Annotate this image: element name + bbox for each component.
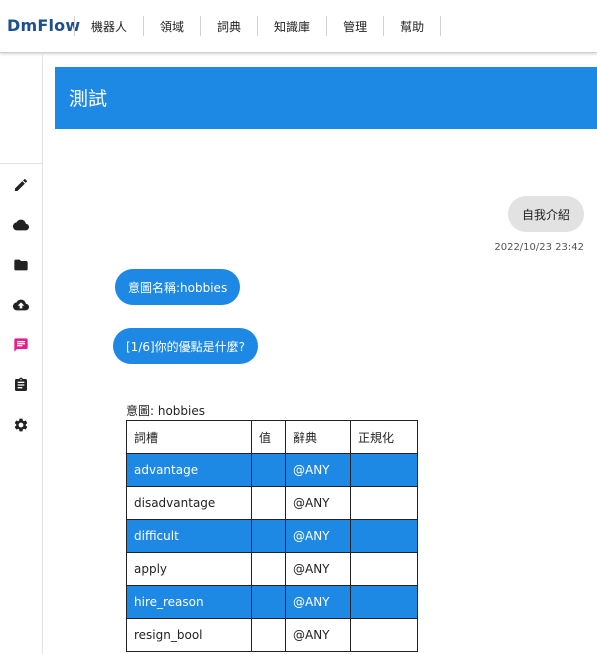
slot-name-cell: difficult [126,519,252,553]
table-row: disadvantage @ANY [126,486,418,520]
nav-item-admin[interactable]: 管理 [326,16,383,36]
slot-dictionary-cell: @ANY [285,618,351,652]
slot-normalize-cell [350,486,418,520]
slot-value-cell [251,486,286,520]
top-navbar: DmFlow 機器人 領域 詞典 知識庫 管理 幫助 [0,0,597,53]
sidebar-divider [0,163,42,164]
chat-header: 測試 [55,67,597,129]
slot-dictionary-cell: @ANY [285,585,351,619]
slot-dictionary-cell: @ANY [285,519,351,553]
nav-item-knowledge-base[interactable]: 知識庫 [257,16,326,36]
nav-item-bots[interactable]: 機器人 [74,16,143,36]
nav-item-domains[interactable]: 領域 [143,16,200,36]
page-title: 測試 [69,88,108,110]
slot-normalize-cell [350,618,418,652]
slot-normalize-cell [350,519,418,553]
slot-name-cell: resign_bool [126,618,252,652]
table-row: resign_bool @ANY [126,618,418,652]
slot-normalize-cell [350,453,418,487]
sidebar [0,53,43,654]
brand-logo[interactable]: DmFlow [7,16,80,35]
slot-name-cell: hire_reason [126,585,252,619]
slot-normalize-cell [350,585,418,619]
table-row: advantage @ANY [126,453,418,487]
message-timestamp: 2022/10/23 23:42 [494,242,584,253]
cloud-upload-icon[interactable] [12,296,30,314]
slot-dictionary-cell: @ANY [285,486,351,520]
table-row: apply @ANY [126,552,418,586]
slot-name-cell: advantage [126,453,252,487]
slot-name-cell: disadvantage [126,486,252,520]
table-row: hire_reason @ANY [126,585,418,619]
bot-message-intent: 意圖名稱:hobbies [115,269,241,305]
cloud-icon[interactable] [12,216,30,234]
bot-message-question: [1/6]你的優點是什麼? [113,328,259,364]
user-message-bubble: 自我介紹 [507,196,584,232]
slot-value-cell [251,552,286,586]
slot-value-cell [251,519,286,553]
edit-icon[interactable] [12,176,30,194]
slot-value-cell [251,453,286,487]
column-header-normalize: 正規化 [350,420,418,454]
table-header-row: 詞槽 值 辭典 正規化 [126,420,418,454]
gear-icon[interactable] [12,416,30,434]
main-nav: 機器人 領域 詞典 知識庫 管理 幫助 [74,16,442,36]
column-header-slot: 詞槽 [126,420,252,454]
slot-value-cell [251,618,286,652]
slot-table: 詞槽 值 辭典 正規化 advantage @ANY disadvantage … [126,420,418,652]
nav-item-dictionary[interactable]: 詞典 [200,16,257,36]
clipboard-icon[interactable] [12,376,30,394]
folder-icon[interactable] [12,256,30,274]
intent-label: 意圖: hobbies [126,404,206,418]
column-header-dictionary: 辭典 [285,420,351,454]
slot-value-cell [251,585,286,619]
chat-icon[interactable] [12,336,30,354]
slot-dictionary-cell: @ANY [285,552,351,586]
slot-normalize-cell [350,552,418,586]
table-row: difficult @ANY [126,519,418,553]
slot-dictionary-cell: @ANY [285,453,351,487]
column-header-value: 值 [251,420,286,454]
nav-item-help[interactable]: 幫助 [383,16,442,36]
slot-name-cell: apply [126,552,252,586]
